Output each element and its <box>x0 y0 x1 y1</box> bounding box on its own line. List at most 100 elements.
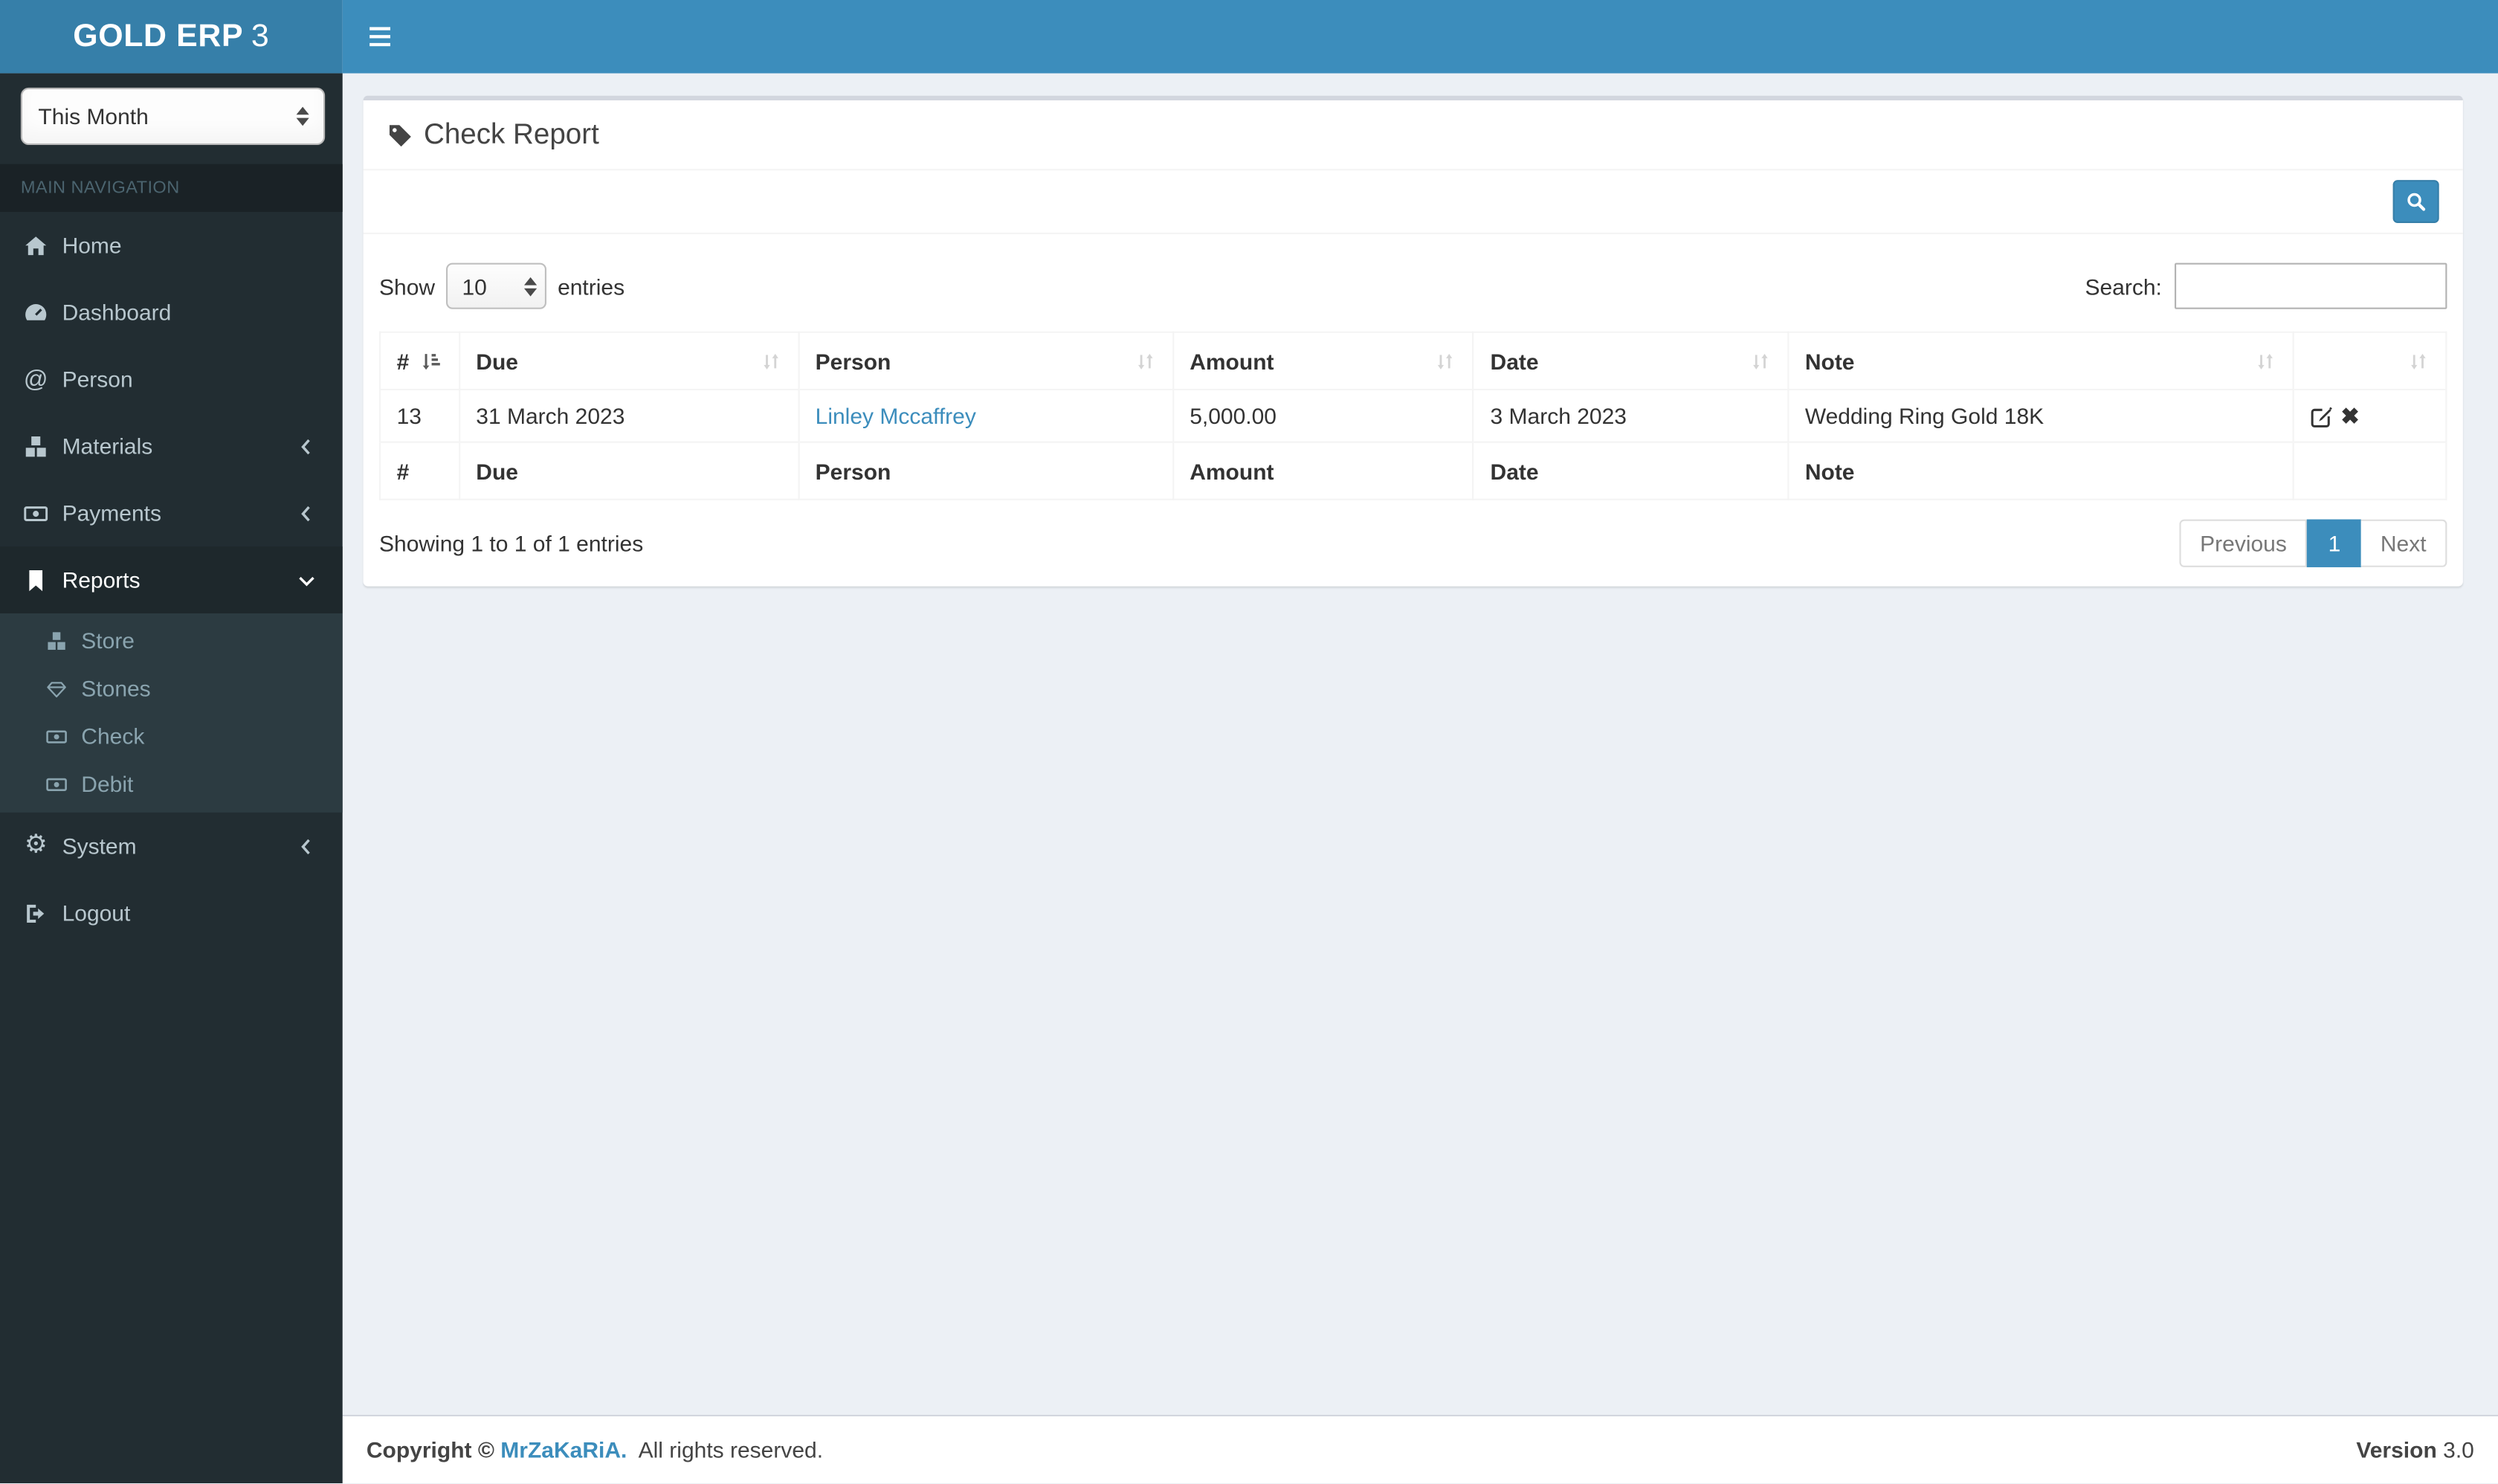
column-header-amount[interactable]: Amount <box>1172 331 1475 390</box>
main-column: Check Report Show 10 entries Search: # D… <box>342 74 2498 1483</box>
sidebar-item-payments[interactable]: Payments <box>0 480 343 546</box>
sidebar-item-label: Reports <box>62 567 141 593</box>
sidebar-item-reports[interactable]: Reports <box>0 546 343 613</box>
pagination-next-button[interactable]: Next <box>2361 519 2447 567</box>
sidebar-item-label: Stones <box>81 675 151 701</box>
cell-id: 13 <box>379 388 460 443</box>
footer-column-date: Date <box>1472 441 1789 500</box>
table-search-control: Search: <box>2085 262 2447 309</box>
sidebar: This Month MAIN NAVIGATION Home Dashboar… <box>0 73 343 1483</box>
money-icon <box>46 773 67 794</box>
sidebar-item-system[interactable]: ⚙ System <box>0 813 343 880</box>
page-length-control: Show 10 entries <box>379 262 624 309</box>
version-number: 3.0 <box>2443 1436 2474 1463</box>
delete-icon[interactable]: ✖ <box>2341 404 2360 427</box>
sort-desc-icon <box>419 349 442 372</box>
page-title: Check Report <box>424 117 599 150</box>
pagination-previous-button[interactable]: Previous <box>2179 519 2308 567</box>
gem-icon <box>46 678 67 699</box>
copyright-text: Copyright © MrZaKaRiA. All rights reserv… <box>367 1437 830 1462</box>
cell-actions: ✖ <box>2293 388 2447 443</box>
sidebar-item-label: Home <box>62 232 122 259</box>
sort-icon <box>2255 349 2277 372</box>
check-report-panel: Check Report Show 10 entries Search: # D… <box>363 95 2463 587</box>
select-spinner-icon <box>296 106 309 126</box>
hamburger-icon <box>369 27 390 47</box>
sidebar-item-stones[interactable]: Stones <box>0 665 343 712</box>
footer-column-actions <box>2293 441 2447 500</box>
panel-toolbar <box>363 170 2463 234</box>
footer-column-person: Person <box>798 441 1174 500</box>
edit-icon[interactable] <box>2311 404 2334 428</box>
table-row: 13 31 March 2023 Linley Mccaffrey 5,000.… <box>379 388 2447 443</box>
column-header-person[interactable]: Person <box>798 331 1174 390</box>
period-select-value: This Month <box>38 103 149 129</box>
datatable-footer: Showing 1 to 1 of 1 entries Previous 1 N… <box>378 519 2447 567</box>
content-area: Check Report Show 10 entries Search: # D… <box>343 74 2498 1415</box>
rights-text: All rights reserved. <box>638 1436 824 1463</box>
table-info: Showing 1 to 1 of 1 entries <box>378 530 644 556</box>
datatable-controls: Show 10 entries Search: <box>379 262 2447 309</box>
page-length-value: 10 <box>462 273 487 299</box>
dashboard-icon <box>24 300 48 324</box>
chevron-down-icon <box>294 568 318 592</box>
tag-icon <box>387 122 413 147</box>
column-header-actions[interactable] <box>2293 331 2447 390</box>
chevron-left-icon <box>294 501 318 525</box>
table-search-input[interactable] <box>2175 262 2447 309</box>
sidebar-item-home[interactable]: Home <box>0 212 343 279</box>
app-root: GOLD ERP 3 This Month MAIN NAVIGATION Ho… <box>0 0 2498 1483</box>
sort-icon <box>1134 349 1156 372</box>
logo-text: GOLD ERP <box>73 18 244 54</box>
sidebar-item-check[interactable]: Check <box>0 712 343 760</box>
column-header-id[interactable]: # <box>379 331 460 390</box>
pagination: Previous 1 Next <box>2179 519 2447 567</box>
bookmark-icon <box>24 568 48 592</box>
sidebar-item-materials[interactable]: Materials <box>0 413 343 480</box>
sort-icon <box>1435 349 1457 372</box>
money-icon <box>46 726 67 746</box>
reports-submenu: Store Stones Check Debit <box>0 613 343 813</box>
sidebar-item-person[interactable]: @ Person <box>0 346 343 413</box>
sidebar-item-label: Check <box>81 723 145 749</box>
footer-column-id: # <box>379 441 460 500</box>
sidebar-item-debit[interactable]: Debit <box>0 760 343 807</box>
sidebar-item-label: Logout <box>62 900 131 926</box>
logout-icon <box>24 901 48 925</box>
sidebar-item-label: Store <box>81 628 135 654</box>
main-header: GOLD ERP 3 <box>0 0 2498 74</box>
column-header-date[interactable]: Date <box>1472 331 1789 390</box>
sidebar-item-store[interactable]: Store <box>0 616 343 664</box>
cell-due: 31 March 2023 <box>458 388 800 443</box>
app-logo[interactable]: GOLD ERP 3 <box>0 0 343 74</box>
sidebar-item-label: Debit <box>81 771 134 797</box>
check-report-table: # Due Person Amount Date Note 13 31 Marc… <box>379 331 2447 500</box>
chevron-left-icon <box>294 834 318 858</box>
money-icon <box>24 501 48 525</box>
cubes-icon <box>24 434 48 458</box>
cell-amount: 5,000.00 <box>1172 388 1475 443</box>
brand-link[interactable]: MrZaKaRiA. <box>500 1437 627 1462</box>
column-header-note[interactable]: Note <box>1787 331 2295 390</box>
column-header-due[interactable]: Due <box>458 331 800 390</box>
table-footer-row: # Due Person Amount Date Note <box>379 441 2447 500</box>
cubes-icon <box>46 630 67 651</box>
version-label: Version <box>2356 1436 2437 1463</box>
pagination-page-1-button[interactable]: 1 <box>2307 519 2362 567</box>
datatable-wrapper: Show 10 entries Search: # Due Person Amo… <box>364 234 2463 587</box>
main-footer: Copyright © MrZaKaRiA. All rights reserv… <box>342 1414 2498 1483</box>
panel-header: Check Report <box>363 100 2463 171</box>
sidebar-toggle-button[interactable] <box>343 0 416 74</box>
at-icon: @ <box>23 365 48 393</box>
sidebar-item-logout[interactable]: Logout <box>0 880 343 946</box>
table-header-row: # Due Person Amount Date Note <box>379 331 2447 390</box>
person-link[interactable]: Linley Mccaffrey <box>816 403 976 428</box>
sidebar-item-dashboard[interactable]: Dashboard <box>0 279 343 346</box>
period-select[interactable]: This Month <box>20 87 326 145</box>
page-length-select[interactable]: 10 <box>446 262 547 309</box>
sort-icon <box>2407 349 2430 372</box>
filter-search-button[interactable] <box>2392 180 2439 223</box>
select-spinner-icon <box>524 276 538 296</box>
top-navbar <box>342 0 2498 74</box>
sidebar-item-label: Materials <box>62 433 153 459</box>
